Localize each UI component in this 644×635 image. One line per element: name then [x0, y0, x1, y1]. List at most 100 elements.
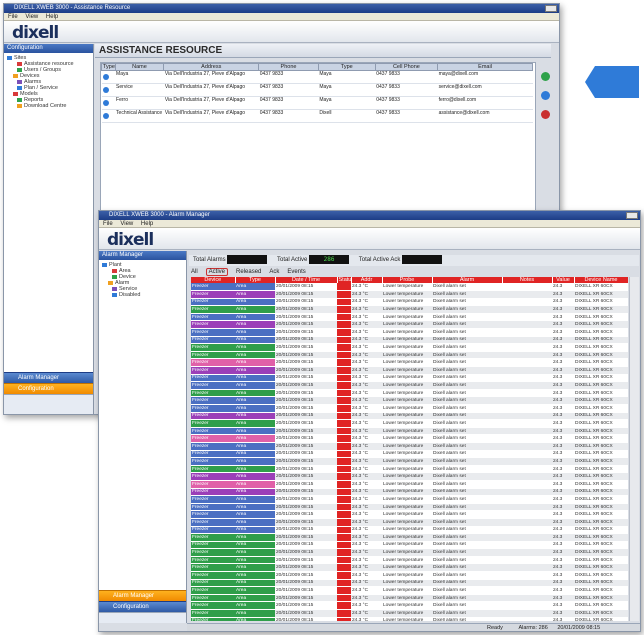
status-indicator — [337, 495, 351, 504]
column-header[interactable]: Status — [337, 277, 352, 283]
table-row[interactable]: Freezer Area 20/01/2009 08:15 24.3 °C Lower … — [191, 298, 628, 307]
table-row[interactable]: Freezer Area 20/01/2009 08:15 24.3 °C Lower … — [191, 290, 628, 299]
table-row[interactable]: Freezer Area 20/01/2009 08:15 24.3 °C Lower … — [191, 366, 628, 375]
table-cell: 20/01/2009 08:15 — [275, 298, 337, 307]
menu-file[interactable]: File — [8, 14, 18, 20]
table-row[interactable]: Freezer Area 20/01/2009 08:15 24.3 °C Lower … — [191, 556, 628, 565]
table-row[interactable]: Freezer Area 20/01/2009 08:15 24.3 °C Lower … — [191, 541, 628, 550]
table-row[interactable]: Maya Via Dell'Industria 27, Pieve d'Alpag… — [101, 70, 533, 84]
table-row[interactable]: Freezer Area 20/01/2009 08:15 24.3 °C Lower … — [191, 343, 628, 352]
table-row[interactable]: Freezer Area 20/01/2009 08:15 24.3 °C Lower … — [191, 617, 628, 621]
table-cell: 20/01/2009 08:15 — [275, 412, 337, 421]
table-row[interactable]: Freezer Area 20/01/2009 08:15 24.3 °C Lower … — [191, 313, 628, 322]
filter-all[interactable]: All — [191, 269, 198, 275]
menu-help[interactable]: Help — [46, 14, 58, 20]
table-row[interactable]: Freezer Area 20/01/2009 08:15 24.3 °C Lower … — [191, 533, 628, 542]
table-row[interactable]: Freezer Area 20/01/2009 08:15 24.3 °C Lower … — [191, 419, 628, 428]
table-row[interactable]: Freezer Area 20/01/2009 08:15 24.3 °C Lower … — [191, 389, 628, 398]
table-row[interactable]: Freezer Area 20/01/2009 08:15 24.3 °C Lower … — [191, 320, 628, 330]
filter-released[interactable]: Released — [236, 269, 261, 275]
table-row[interactable]: Freezer Area 20/01/2009 08:15 24.3 °C Lower … — [191, 457, 628, 466]
table-row[interactable]: Freezer Area 20/01/2009 08:15 24.3 °C Lower … — [191, 351, 628, 360]
table-row[interactable]: Ferro Via Dell'Industria 27, Pieve d'Alpa… — [101, 96, 533, 110]
table-row[interactable]: Freezer Area 20/01/2009 08:15 24.3 °C Lower … — [191, 336, 628, 345]
table-row[interactable]: Freezer Area 20/01/2009 08:15 24.3 °C Lower … — [191, 305, 628, 314]
table-row[interactable]: Freezer Area 20/01/2009 08:15 24.3 °C Lower … — [191, 374, 628, 383]
menu-view[interactable]: View — [120, 221, 133, 227]
table-row[interactable]: Freezer Area 20/01/2009 08:15 24.3 °C Lower … — [191, 488, 628, 497]
table-row[interactable]: Freezer Area 20/01/2009 08:15 24.3 °C Lower … — [191, 480, 628, 489]
table-row[interactable]: Freezer Area 20/01/2009 08:15 24.3 °C Lower … — [191, 571, 628, 580]
table-row[interactable]: Freezer Area 20/01/2009 08:15 24.3 °C Lower … — [191, 472, 628, 481]
table-row[interactable]: Freezer Area 20/01/2009 08:15 24.3 °C Lower … — [191, 381, 628, 390]
column-header[interactable]: Email — [437, 63, 533, 71]
accordion-alarm-manager[interactable]: Alarm Manager — [99, 590, 186, 601]
user-icon[interactable] — [541, 91, 550, 100]
table-cell: Dixell alarm set — [432, 579, 502, 588]
table-row[interactable]: Freezer Area 20/01/2009 08:15 24.3 °C Lower … — [191, 434, 628, 443]
table-row[interactable]: Freezer Area 20/01/2009 08:15 24.3 °C Lower … — [191, 465, 628, 474]
accordion-configuration[interactable]: Configuration — [99, 601, 186, 612]
table-row[interactable]: Freezer Area 20/01/2009 08:15 24.3 °C Lower … — [191, 526, 628, 535]
vertical-scrollbar[interactable] — [629, 277, 639, 621]
table-row[interactable]: Freezer Area 20/01/2009 08:15 24.3 °C Lower … — [191, 503, 628, 512]
table-row[interactable]: Freezer Area 20/01/2009 08:15 24.3 °C Lower … — [191, 450, 628, 459]
table-cell: Area — [235, 510, 275, 519]
window-controls-button[interactable] — [626, 212, 638, 219]
user-icon[interactable] — [541, 110, 550, 119]
accordion-alarm-manager[interactable]: Alarm Manager — [4, 372, 93, 383]
table-cell: DIXELL XR 60CX — [574, 381, 628, 390]
status-indicator — [337, 571, 351, 580]
menu-view[interactable]: View — [25, 14, 38, 20]
column-header[interactable]: Name — [114, 63, 165, 71]
user-icon[interactable] — [541, 72, 550, 81]
filter-events[interactable]: Events — [287, 269, 305, 275]
filter-active[interactable]: Active — [205, 268, 229, 276]
table-row[interactable]: Freezer Area 20/01/2009 08:15 24.3 °C Lower … — [191, 548, 628, 557]
table-row[interactable]: Freezer Area 20/01/2009 08:15 24.3 °C Lower … — [191, 586, 628, 595]
table-row[interactable]: Freezer Area 20/01/2009 08:15 24.3 °C Lower … — [191, 427, 628, 436]
accordion-configuration[interactable]: Configuration — [4, 383, 93, 394]
table-cell: Dixell alarm set — [432, 457, 502, 466]
table-row[interactable]: Freezer Area 20/01/2009 08:15 24.3 °C Lower … — [191, 510, 628, 519]
table-row[interactable]: Technical Assistance Via Dell'Industria 2… — [101, 109, 533, 123]
column-header[interactable]: Cell Phone — [374, 63, 439, 71]
table-row[interactable]: Freezer Area 20/01/2009 08:15 24.3 °C Lower … — [191, 601, 628, 611]
menu-file[interactable]: File — [103, 221, 113, 227]
table-row[interactable]: Freezer Area 20/01/2009 08:15 24.3 °C Lower … — [191, 328, 628, 337]
table-row[interactable]: Freezer Area 20/01/2009 08:15 24.3 °C Lower … — [191, 609, 628, 618]
table-cell: Freezer — [191, 305, 235, 314]
table-row[interactable]: Freezer Area 20/01/2009 08:15 24.3 °C Lower … — [191, 594, 628, 603]
status-indicator — [337, 298, 351, 307]
table-row[interactable]: Service Via Dell'Industria 27, Pieve d'Al… — [101, 83, 533, 97]
filter-ack[interactable]: Ack — [269, 269, 279, 275]
person-icon — [102, 87, 109, 93]
column-header[interactable]: Type — [101, 63, 116, 71]
table-row[interactable]: Freezer Area 20/01/2009 08:15 24.3 °C Lower … — [191, 563, 628, 573]
column-header[interactable]: Type — [317, 63, 376, 71]
table-cell: DIXELL XR 60CX — [574, 343, 628, 352]
table-row[interactable]: Freezer Area 20/01/2009 08:15 24.3 °C Lower … — [191, 404, 628, 413]
menu-help[interactable]: Help — [141, 221, 153, 227]
table-row[interactable]: Freezer Area 20/01/2009 08:15 24.3 °C Lower … — [191, 518, 628, 527]
status-indicator — [337, 556, 351, 565]
table-row[interactable]: Freezer Area 20/01/2009 08:15 24.3 °C Lower … — [191, 396, 628, 405]
table-row[interactable]: Freezer Area 20/01/2009 08:15 24.3 °C Lower … — [191, 442, 628, 451]
tree-item[interactable]: Disabled — [102, 292, 183, 298]
table-row[interactable]: Freezer Area 20/01/2009 08:15 24.3 °C Lower … — [191, 283, 628, 292]
column-header[interactable]: Phone — [258, 63, 319, 71]
column-header[interactable]: Address — [163, 63, 260, 71]
table-row[interactable]: Freezer Area 20/01/2009 08:15 24.3 °C Lower … — [191, 495, 628, 504]
table-cell — [502, 457, 552, 466]
table-cell: Freezer — [191, 488, 235, 497]
folder-icon — [112, 286, 117, 291]
table-cell — [101, 109, 116, 123]
table-row[interactable]: Freezer Area 20/01/2009 08:15 24.3 °C Lower … — [191, 358, 628, 368]
table-row[interactable]: Freezer Area 20/01/2009 08:15 24.3 °C Lower … — [191, 412, 628, 421]
table-cell: 20/01/2009 08:15 — [275, 480, 337, 489]
table-cell: Freezer — [191, 328, 235, 337]
table-row[interactable]: Freezer Area 20/01/2009 08:15 24.3 °C Lower … — [191, 579, 628, 588]
status-indicator — [337, 586, 351, 595]
tree-item[interactable]: Download Centre — [7, 103, 90, 109]
window-controls-button[interactable] — [545, 5, 557, 12]
